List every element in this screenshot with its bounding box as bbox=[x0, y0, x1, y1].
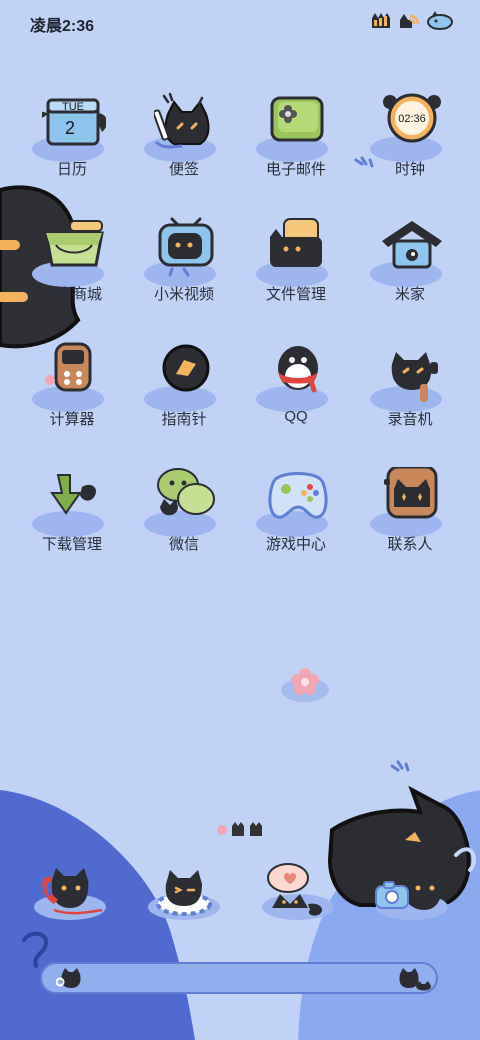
recorder-icon bbox=[391, 352, 438, 402]
app-notes[interactable]: 便签 bbox=[128, 92, 240, 202]
app-label: 米家 bbox=[394, 286, 425, 303]
mi-video-icon bbox=[158, 217, 214, 277]
email-icon bbox=[270, 96, 324, 142]
app-mi-video[interactable]: 小米视频 bbox=[128, 217, 240, 327]
mi-home-icon bbox=[382, 221, 442, 269]
app-label: 联系人 bbox=[387, 536, 433, 553]
wechat-icon bbox=[157, 468, 215, 516]
dock-messages[interactable] bbox=[144, 860, 224, 940]
app-label: 游戏中心 bbox=[265, 536, 326, 553]
camera-icon bbox=[375, 870, 442, 910]
app-label: 指南针 bbox=[161, 411, 207, 428]
app-recorder[interactable]: 录音机 bbox=[354, 342, 466, 452]
app-label: 便签 bbox=[168, 161, 199, 178]
file-manager-icon bbox=[270, 218, 322, 267]
calendar-day: 2 bbox=[65, 118, 75, 138]
app-mi-home[interactable]: 米家 bbox=[354, 217, 466, 327]
app-qq[interactable]: QQ bbox=[240, 342, 352, 452]
app-contacts[interactable]: 联系人 bbox=[354, 467, 466, 577]
calendar-weekday: TUE bbox=[62, 101, 84, 113]
qq-icon bbox=[278, 346, 318, 393]
phone-icon bbox=[42, 868, 103, 915]
app-label: 小米商城 bbox=[41, 286, 102, 303]
battery-cat-icon bbox=[427, 11, 453, 30]
app-wechat[interactable]: 微信 bbox=[128, 467, 240, 577]
app-label: 电子邮件 bbox=[265, 161, 326, 178]
notes-icon bbox=[154, 92, 210, 149]
search-bar[interactable] bbox=[40, 962, 438, 994]
app-compass[interactable]: 指南针 bbox=[128, 342, 240, 452]
wifi-cat-icon bbox=[400, 14, 420, 28]
app-label: QQ bbox=[284, 408, 308, 425]
clock-icon: 02:36 bbox=[383, 93, 441, 143]
browser-icon bbox=[267, 863, 323, 916]
app-label: 微信 bbox=[168, 536, 199, 553]
download-manager-icon bbox=[50, 474, 97, 515]
status-bar: 凌晨2:36 bbox=[0, 0, 480, 44]
dock-phone[interactable] bbox=[30, 860, 110, 940]
app-file-manager[interactable]: 文件管理 bbox=[240, 217, 352, 327]
status-time: 凌晨2:36 bbox=[30, 18, 95, 35]
compass-icon bbox=[162, 344, 210, 392]
app-mi-store[interactable]: 小米商城 bbox=[16, 217, 128, 327]
dock-browser[interactable] bbox=[258, 860, 338, 940]
app-clock[interactable]: 02:36 时钟 bbox=[354, 92, 466, 202]
signal-cat-icon bbox=[372, 13, 390, 28]
app-label: 计算器 bbox=[49, 411, 95, 428]
app-label: 文件管理 bbox=[265, 286, 326, 303]
status-icons bbox=[370, 10, 454, 30]
app-label: 下载管理 bbox=[41, 536, 102, 553]
app-label: 录音机 bbox=[387, 411, 433, 428]
app-email[interactable]: 电子邮件 bbox=[240, 92, 352, 202]
cat-voice-icon bbox=[399, 968, 432, 991]
app-game-center[interactable]: 游戏中心 bbox=[240, 467, 352, 577]
cat-search-icon bbox=[56, 968, 81, 988]
messages-icon bbox=[156, 870, 212, 916]
clock-widget-time: 02:36 bbox=[398, 113, 426, 125]
app-calendar[interactable]: TUE 2 日历 bbox=[16, 92, 128, 202]
app-download-manager[interactable]: 下载管理 bbox=[16, 467, 128, 577]
dock-camera[interactable] bbox=[372, 860, 452, 940]
game-center-icon bbox=[268, 472, 328, 519]
calendar-icon: TUE 2 bbox=[42, 98, 106, 146]
app-label: 小米视频 bbox=[153, 286, 214, 303]
app-calculator[interactable]: 计算器 bbox=[16, 342, 128, 452]
contacts-icon bbox=[384, 467, 438, 519]
mi-store-icon bbox=[44, 220, 104, 267]
app-label: 时钟 bbox=[394, 161, 425, 178]
app-label: 日历 bbox=[56, 161, 87, 178]
calculator-icon bbox=[45, 342, 92, 392]
